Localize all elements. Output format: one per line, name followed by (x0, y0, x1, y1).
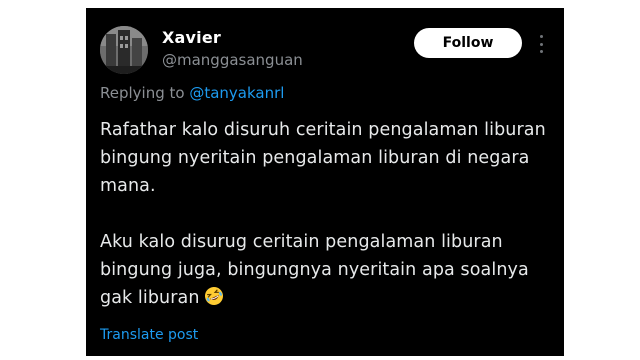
post-text: Rafathar kalo disuruh ceritain pengalama… (100, 116, 552, 312)
avatar[interactable] (100, 26, 148, 74)
rolling-laughing-emoji-icon (204, 287, 223, 305)
replying-to-label: Replying to (100, 84, 190, 102)
post-paragraph-1: Rafathar kalo disuruh ceritain pengalama… (100, 120, 546, 196)
follow-button[interactable]: Follow (414, 28, 522, 58)
more-options-icon[interactable] (538, 35, 544, 53)
post-paragraph-2-text: Aku kalo disurug ceritain pengalaman lib… (100, 232, 529, 308)
avatar-image (100, 26, 148, 74)
author-handle[interactable]: @manggasanguan (162, 51, 303, 69)
reply-to-handle-link[interactable]: @tanyakanrl (189, 84, 284, 102)
post-card: Xavier @manggasanguan Follow Replying to… (86, 8, 564, 356)
replying-to-line: Replying to @tanyakanrl (100, 84, 284, 102)
author-display-name[interactable]: Xavier (162, 28, 221, 47)
post-paragraph-2: Aku kalo disurug ceritain pengalaman lib… (100, 228, 552, 312)
translate-post-link[interactable]: Translate post (100, 327, 198, 343)
